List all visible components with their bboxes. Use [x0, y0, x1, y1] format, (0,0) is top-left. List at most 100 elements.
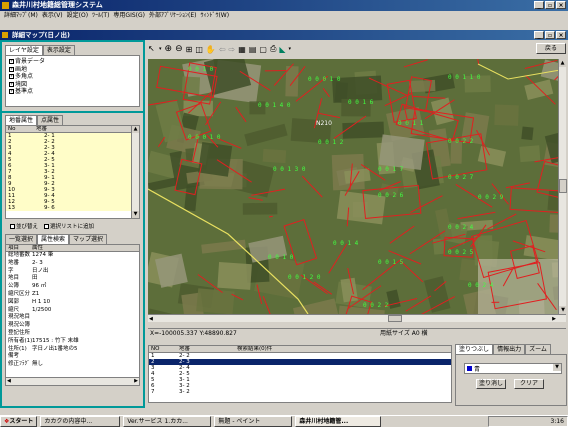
minimize-button[interactable]: _ [534, 1, 544, 9]
forward-arrow-icon[interactable]: ⇨ [229, 45, 236, 54]
sort-option[interactable]: 並び替え [10, 222, 38, 230]
sub-minimize-button[interactable]: _ [534, 31, 544, 39]
scroll-up-icon[interactable]: ▲ [132, 126, 139, 133]
layer-item[interactable]: ✓画地 [9, 66, 136, 74]
attribute-header: 項目 属性 [6, 245, 139, 252]
clear-fill-button[interactable]: 塗り消し [476, 379, 506, 389]
attribute-hscrollbar[interactable]: ◀ ▶ [6, 377, 139, 385]
checkbox-icon[interactable] [10, 224, 15, 229]
system-tray: 3:16 [488, 416, 568, 427]
tab-point-attributes[interactable]: 点属性 [37, 115, 63, 125]
tab-list-select[interactable]: 一覧選択 [5, 234, 37, 244]
task-item[interactable]: Ver.サービス 1.カカ... [123, 416, 211, 427]
color-select[interactable]: 青 ▼ [464, 363, 562, 374]
aerial-map[interactable]: N2100 0 1 00 0 0 1 00 0 1 1 00 0 1 60 0 … [148, 59, 566, 314]
menu-detail-map[interactable]: 詳細ﾏｯﾌﾟ(M) [4, 11, 38, 21]
checkbox-icon[interactable]: ✓ [9, 89, 14, 94]
grid-icon[interactable]: ▦ [238, 45, 246, 54]
scroll-thumb[interactable] [559, 179, 567, 193]
layer-item[interactable]: ✓境図 [9, 81, 136, 89]
maximize-button[interactable]: ▫ [545, 1, 555, 9]
close-button[interactable]: × [556, 1, 566, 9]
scroll-right-icon[interactable]: ▶ [552, 315, 556, 323]
scroll-right-icon[interactable]: ▶ [134, 378, 138, 385]
layer-item[interactable]: ✓多角点 [9, 73, 136, 81]
lot-list-row[interactable]: 139- 6 [6, 205, 139, 211]
tab-zoom[interactable]: ズーム [525, 344, 551, 354]
result-table: NO 地番 検索結果(0)件 12- 222- 332- 442- 553- 1… [148, 345, 452, 403]
attribute-row: 修正ﾌﾗｸﾞ無し [6, 361, 139, 369]
lot-list: No 地番 12- 122- 232- 342- 452- 563- 173- … [5, 125, 140, 219]
tab-fill[interactable]: 塗りつぶし [455, 344, 493, 354]
clear-button[interactable]: クリア [514, 379, 544, 389]
menu-window[interactable]: ｳｨﾝﾄﾞｳ(W) [200, 11, 229, 21]
print-icon[interactable]: ⎙ [270, 44, 276, 54]
scroll-up-icon[interactable]: ▲ [559, 59, 566, 67]
chart-tool-icon[interactable]: ◣ [279, 45, 285, 54]
map-vscrollbar[interactable]: ▲ ▼ [558, 59, 566, 314]
menu-view[interactable]: 表示(V) [42, 11, 63, 21]
lot-list-scrollbar[interactable]: ▲ ▼ [131, 126, 139, 218]
pan-icon[interactable]: ✋ [206, 45, 216, 54]
menu-gis[interactable]: 専用GIS(G) [113, 11, 145, 21]
tab-map-select[interactable]: マップ選択 [69, 234, 107, 244]
table-icon[interactable]: ▤ [249, 45, 257, 54]
map-toolbar: ↖ ▾ ⊕ ⊖ ⊞ ◫ ✋ ⇦ ⇨ ▦ ▤ ▢ ⎙ ◣ ▾ 戻る [148, 41, 568, 57]
scroll-left-icon[interactable]: ◀ [149, 315, 153, 323]
start-button[interactable]: ❖スタート [0, 416, 37, 427]
clock: 3:16 [551, 418, 564, 425]
task-item[interactable]: 無題 - ペイント [214, 416, 292, 427]
layer-item[interactable]: ✓基準点 [9, 88, 136, 96]
tab-display-settings[interactable]: 表示設定 [43, 45, 75, 55]
parcel-label: 0 0 0 1 0 [188, 134, 221, 141]
parcel-label: 0 0 2 6 [378, 192, 404, 199]
checkbox-icon[interactable] [44, 224, 49, 229]
zoom-out-icon[interactable]: ⊖ [175, 44, 183, 54]
layer-item[interactable]: ✓背景データ [9, 58, 136, 66]
back-arrow-icon[interactable]: ⇦ [219, 45, 226, 54]
sub-maximize-button[interactable]: ▫ [545, 31, 555, 39]
menu-tools[interactable]: ﾂｰﾙ(T) [92, 11, 109, 21]
add-to-selection-option[interactable]: 選択リストに追加 [44, 222, 94, 230]
parcel-label: 0 0 1 6 [348, 99, 374, 106]
right-tool-panel: 塗りつぶし 情報出力 ズーム 青 ▼ 塗り消し クリア [455, 344, 567, 406]
pointer-tool-icon[interactable]: ↖ [148, 44, 156, 54]
zoom-window-icon[interactable]: ⊞ [186, 45, 193, 54]
zoom-select-icon[interactable]: ◫ [195, 45, 203, 54]
task-item-active[interactable]: 森井川村地籍管... [295, 416, 381, 427]
dropdown-arrow-icon[interactable]: ▼ [553, 364, 561, 371]
parcel-label: 0 0 2 2 [363, 302, 389, 309]
checkbox-icon[interactable]: ✓ [9, 59, 14, 64]
scroll-thumb[interactable] [388, 315, 402, 322]
tab-info-output[interactable]: 情報出力 [493, 344, 525, 354]
sub-close-button[interactable]: × [556, 31, 566, 39]
parcel-label: 0 0 2 2 [448, 138, 474, 145]
scroll-down-icon[interactable]: ▼ [132, 211, 139, 218]
map-window-icon [2, 32, 8, 38]
map-hscrollbar[interactable]: ◀ ▶ [148, 314, 566, 322]
subwindow-title: 詳細マップ(日ノ出) [12, 31, 70, 39]
parcel-label: 0 0 1 1 0 [448, 74, 481, 81]
map-point-label: N210 [316, 120, 332, 127]
menu-settings[interactable]: 設定(O) [67, 11, 88, 21]
scroll-left-icon[interactable]: ◀ [7, 378, 11, 385]
checkbox-icon[interactable]: ✓ [9, 74, 14, 79]
scroll-down-icon[interactable]: ▼ [559, 306, 567, 314]
zoom-in-icon[interactable]: ⊕ [165, 44, 173, 54]
task-item[interactable]: カカクの内容中... [40, 416, 120, 427]
dropdown-arrow-icon[interactable]: ▾ [289, 46, 292, 52]
result-row[interactable]: 73- 2 [149, 389, 451, 395]
dropdown-arrow-icon[interactable]: ▾ [159, 46, 162, 52]
parcel-label: 0 0 1 7 [378, 166, 404, 173]
menu-external-apps[interactable]: 外部ｱﾌﾟﾘｹｰｼｮﾝ(E) [149, 11, 196, 21]
back-button[interactable]: 戻る [536, 43, 566, 54]
checkbox-icon[interactable]: ✓ [9, 82, 14, 87]
frame-icon[interactable]: ▢ [259, 45, 267, 54]
attribute-row: 総地番数1274 筆 [6, 252, 139, 260]
attribute-row: 地番2- 3 [6, 260, 139, 268]
tab-lot-attributes[interactable]: 地番属性 [5, 115, 37, 125]
tab-layer-settings[interactable]: レイヤ設定 [5, 45, 43, 55]
checkbox-icon[interactable]: ✓ [9, 67, 14, 72]
attribute-row: 現況公簿 [6, 322, 139, 330]
tab-attribute-search[interactable]: 属性検索 [37, 234, 69, 244]
